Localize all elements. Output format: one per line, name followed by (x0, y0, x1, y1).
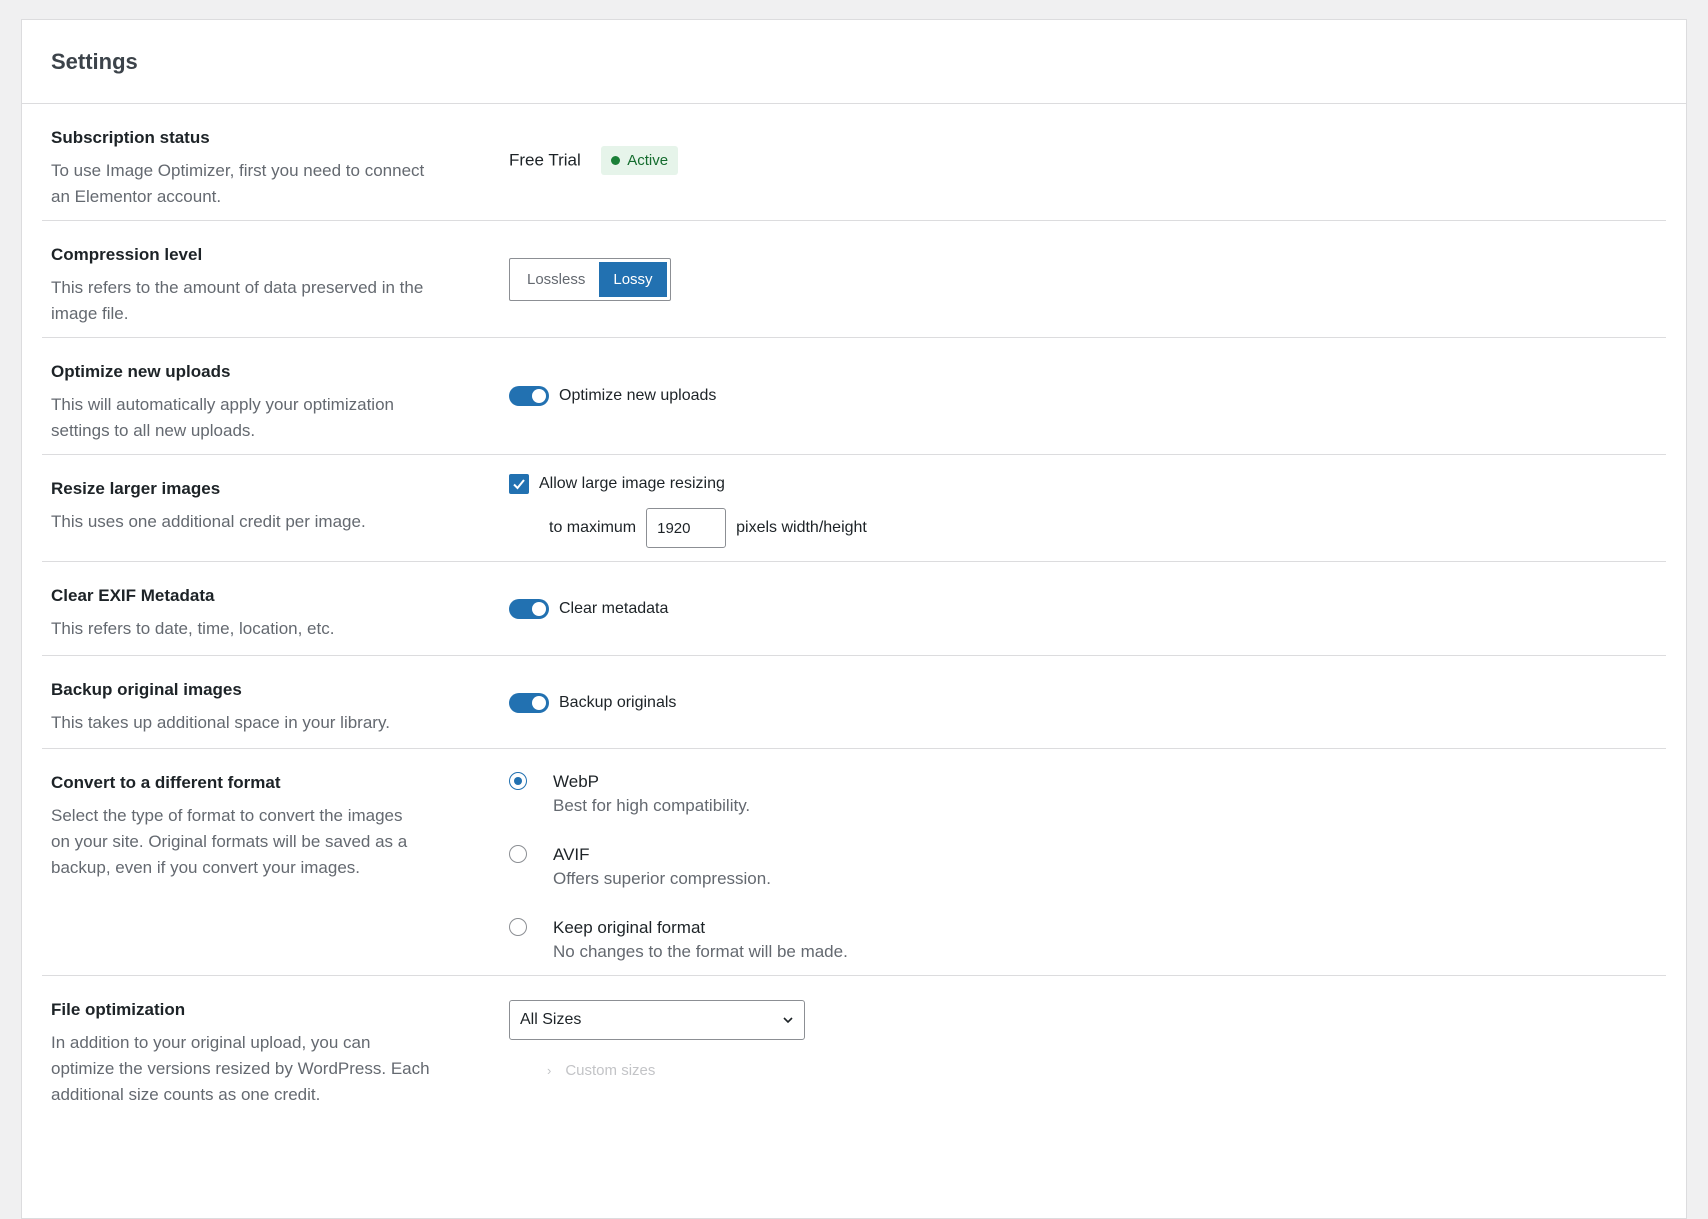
row-title: Convert to a different format (51, 773, 281, 792)
checkbox-label: Allow large image resizing (539, 475, 725, 492)
row-backup: Backup original images This takes up add… (42, 656, 1666, 749)
toggle-label: Backup originals (559, 694, 677, 711)
lossless-button[interactable]: Lossless (513, 262, 600, 297)
resize-checkbox[interactable] (509, 474, 529, 494)
row-subscription: Subscription status To use Image Optimiz… (42, 104, 1666, 221)
row-description: This refers to date, time, location, etc… (51, 619, 335, 638)
compression-control: Lossless Lossy (509, 258, 671, 301)
subscription-control: Free Trial Active (509, 146, 679, 175)
sizes-select[interactable]: All Sizes (509, 1000, 805, 1040)
row-title: File optimization (51, 1000, 186, 1019)
resize-dimension: to maximum pixels width/height (549, 508, 867, 548)
row-description: In addition to your original upload, you… (51, 1033, 430, 1104)
row-title: Backup original images (51, 680, 242, 699)
row-title: Resize larger images (51, 479, 221, 498)
custom-sizes-toggle[interactable]: › Custom sizes (547, 1062, 805, 1079)
option-title: Keep original format (553, 918, 706, 937)
clear-metadata-toggle[interactable] (509, 599, 549, 619)
row-description: Select the type of format to convert the… (51, 806, 408, 877)
checkmark-icon (513, 479, 525, 490)
resize-suffix: pixels width/height (736, 519, 867, 536)
row-description: This will automatically apply your optim… (51, 395, 394, 440)
exif-control: Clear metadata (509, 599, 668, 619)
row-title: Subscription status (51, 128, 210, 147)
select-value: All Sizes (520, 1011, 582, 1028)
row-description: This takes up additional space in your l… (51, 713, 390, 732)
status-text: Active (627, 152, 669, 169)
status-badge: Active (601, 146, 679, 175)
row-description: This refers to the amount of data preser… (51, 278, 424, 323)
row-optimize-uploads: Optimize new uploads This will automatic… (42, 338, 1666, 455)
plan-name: Free Trial (509, 150, 581, 170)
avif-radio[interactable] (509, 845, 527, 863)
row-convert: Convert to a different format Select the… (42, 749, 1666, 976)
backup-control: Backup originals (509, 693, 676, 713)
panel-header: Settings (22, 20, 1686, 104)
row-compression: Compression level This refers to the amo… (42, 221, 1666, 338)
row-exif: Clear EXIF Metadata This refers to date,… (42, 562, 1666, 656)
option-description: Offers superior compression. (553, 869, 771, 888)
toggle-label: Optimize new uploads (559, 387, 717, 404)
row-description: This uses one additional credit per imag… (51, 512, 366, 531)
lossy-button[interactable]: Lossy (599, 262, 667, 297)
keep-original-radio[interactable] (509, 918, 527, 936)
chevron-right-icon: › (547, 1063, 552, 1078)
format-option-webp[interactable]: WebP Best for high compatibility. (509, 771, 848, 819)
optimize-uploads-control: Optimize new uploads (509, 386, 716, 406)
custom-sizes-label: Custom sizes (565, 1062, 656, 1079)
row-title: Compression level (51, 245, 203, 264)
file-optimization-control: All Sizes › Custom sizes (509, 1000, 805, 1079)
row-title: Optimize new uploads (51, 362, 231, 381)
format-radio-group: WebP Best for high compatibility. AVIF O… (509, 771, 848, 990)
settings-panel: Settings Subscription status To use Imag… (21, 19, 1687, 1219)
option-title: AVIF (553, 845, 590, 864)
resize-prefix: to maximum (549, 519, 637, 536)
webp-radio[interactable] (509, 772, 527, 790)
page-title: Settings (51, 48, 138, 74)
toggle-label: Clear metadata (559, 600, 669, 617)
compression-segmented: Lossless Lossy (509, 258, 671, 301)
row-file-optimization: File optimization In addition to your or… (42, 976, 1666, 1136)
backup-originals-toggle[interactable] (509, 693, 549, 713)
format-option-original[interactable]: Keep original format No changes to the f… (509, 917, 848, 965)
row-title: Clear EXIF Metadata (51, 586, 215, 605)
optimize-uploads-toggle[interactable] (509, 386, 549, 406)
status-dot-icon (611, 156, 621, 165)
option-description: Best for high compatibility. (553, 796, 751, 815)
option-title: WebP (553, 772, 599, 791)
max-size-input[interactable] (646, 508, 727, 548)
format-option-avif[interactable]: AVIF Offers superior compression. (509, 844, 848, 892)
row-description: To use Image Optimizer, first you need t… (51, 161, 425, 206)
chevron-down-icon (783, 1017, 793, 1024)
resize-control: Allow large image resizing to maximum pi… (509, 474, 867, 548)
row-resize: Resize larger images This uses one addit… (42, 455, 1666, 562)
option-description: No changes to the format will be made. (553, 942, 848, 961)
